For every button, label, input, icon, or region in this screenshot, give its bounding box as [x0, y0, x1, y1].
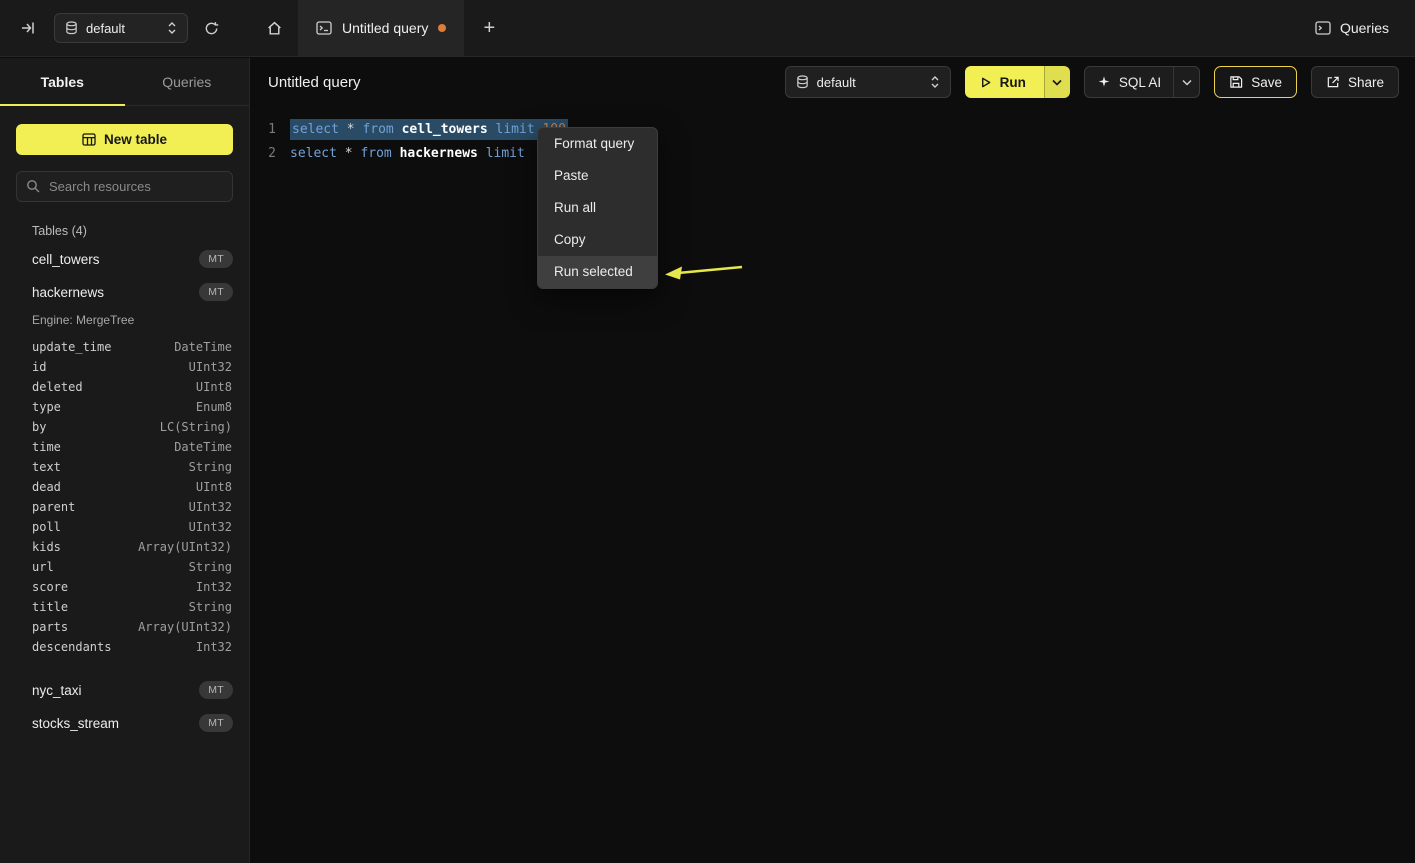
queries-button[interactable]: Queries	[1315, 20, 1389, 36]
engine-badge: MT	[199, 283, 233, 301]
search-resources-input[interactable]	[16, 171, 233, 202]
table-row-hackernews[interactable]: hackernews MT	[0, 280, 249, 304]
chevron-down-icon	[1182, 79, 1192, 86]
column-row: update_timeDateTime	[0, 337, 249, 357]
refresh-icon[interactable]	[204, 21, 219, 36]
column-row: titleString	[0, 597, 249, 617]
unsaved-changes-dot	[438, 24, 446, 32]
share-button[interactable]: Share	[1311, 66, 1399, 98]
menu-item-copy[interactable]: Copy	[538, 224, 657, 256]
search-icon	[26, 179, 40, 193]
save-icon	[1229, 75, 1243, 89]
sql-ai-caret[interactable]	[1173, 67, 1199, 97]
line-number: 2	[250, 146, 276, 161]
save-button-label: Save	[1251, 75, 1282, 90]
share-icon	[1326, 75, 1340, 89]
column-row: descendantsInt32	[0, 637, 249, 657]
run-button[interactable]: Run	[965, 66, 1070, 98]
query-console-icon	[316, 21, 332, 35]
table-row-cell-towers[interactable]: cell_towers MT	[0, 247, 249, 271]
sql-ai-button[interactable]: SQL AI	[1084, 66, 1200, 98]
chevron-down-icon	[1052, 79, 1062, 86]
column-row: byLC(String)	[0, 417, 249, 437]
engine-badge: MT	[199, 681, 233, 699]
line-number: 1	[250, 122, 276, 137]
new-table-button[interactable]: New table	[16, 124, 233, 155]
editor-line-1[interactable]: 1 select * from cell_towers limit 100	[250, 117, 1415, 141]
database-icon	[796, 75, 809, 89]
hackernews-columns: update_timeDateTime idUInt32 deletedUInt…	[0, 337, 249, 657]
new-tab-button[interactable]: +	[464, 0, 514, 56]
sidebar-tab-tables[interactable]: Tables	[0, 58, 125, 105]
engine-badge: MT	[199, 714, 233, 732]
database-icon	[65, 21, 78, 35]
column-row: deadUInt8	[0, 477, 249, 497]
database-selector-topbar[interactable]: default	[54, 13, 188, 43]
save-button[interactable]: Save	[1214, 66, 1297, 98]
table-grid-icon	[82, 133, 96, 146]
chevron-updown-icon	[930, 75, 940, 89]
editor-context-menu: Format query Paste Run all Copy Run sele…	[537, 127, 658, 289]
run-button-label: Run	[1000, 75, 1026, 90]
queries-icon	[1315, 21, 1331, 35]
search-resources	[16, 171, 233, 202]
sidebar-tab-queries[interactable]: Queries	[125, 58, 250, 105]
home-icon	[266, 20, 283, 37]
sparkle-icon	[1097, 75, 1111, 89]
tables-section-label: Tables (4)	[32, 224, 249, 238]
sidebar-tabs: Tables Queries	[0, 58, 249, 106]
tab-label: Untitled query	[342, 20, 428, 36]
column-row: deletedUInt8	[0, 377, 249, 397]
menu-item-format-query[interactable]: Format query	[538, 128, 657, 160]
sql-ai-label: SQL AI	[1119, 75, 1161, 90]
sql-editor[interactable]: 1 select * from cell_towers limit 100 2 …	[250, 106, 1415, 165]
database-selector-query[interactable]: default	[785, 66, 951, 98]
run-options-caret[interactable]	[1044, 66, 1070, 98]
column-row: typeEnum8	[0, 397, 249, 417]
new-table-button-label: New table	[104, 132, 167, 147]
share-button-label: Share	[1348, 75, 1384, 90]
column-row: textString	[0, 457, 249, 477]
editor-line-2[interactable]: 2 select * from hackernews limit	[250, 141, 1415, 165]
table-row-stocks-stream[interactable]: stocks_stream MT	[0, 711, 249, 735]
column-row: idUInt32	[0, 357, 249, 377]
column-row: partsArray(UInt32)	[0, 617, 249, 637]
main-area: Untitled query default Run	[250, 58, 1415, 863]
tab-untitled-query[interactable]: Untitled query	[298, 0, 464, 56]
engine-badge: MT	[199, 250, 233, 268]
home-tab[interactable]	[250, 0, 298, 56]
menu-item-run-selected[interactable]: Run selected	[538, 256, 657, 288]
column-row: timeDateTime	[0, 437, 249, 457]
play-icon	[979, 76, 992, 89]
topbar-left-section: default	[0, 13, 250, 43]
database-selector-value: default	[86, 21, 125, 36]
top-bar: default Untitled query + Queries	[0, 0, 1415, 57]
database-selector-value: default	[817, 75, 856, 90]
sidebar: Tables Queries New table Tables (4) cell…	[0, 58, 250, 863]
menu-item-run-all[interactable]: Run all	[538, 192, 657, 224]
query-title: Untitled query	[268, 74, 361, 91]
chevron-updown-icon	[167, 21, 177, 35]
topbar-tabs: Untitled query +	[250, 0, 514, 56]
sidebar-collapse-icon[interactable]	[20, 20, 36, 36]
column-row: scoreInt32	[0, 577, 249, 597]
column-row: urlString	[0, 557, 249, 577]
column-row: pollUInt32	[0, 517, 249, 537]
menu-item-paste[interactable]: Paste	[538, 160, 657, 192]
engine-label: Engine: MergeTree	[32, 313, 233, 327]
table-row-nyc-taxi[interactable]: nyc_taxi MT	[0, 678, 249, 702]
query-header: Untitled query default Run	[250, 58, 1415, 106]
column-row: parentUInt32	[0, 497, 249, 517]
column-row: kidsArray(UInt32)	[0, 537, 249, 557]
queries-button-label: Queries	[1340, 20, 1389, 36]
